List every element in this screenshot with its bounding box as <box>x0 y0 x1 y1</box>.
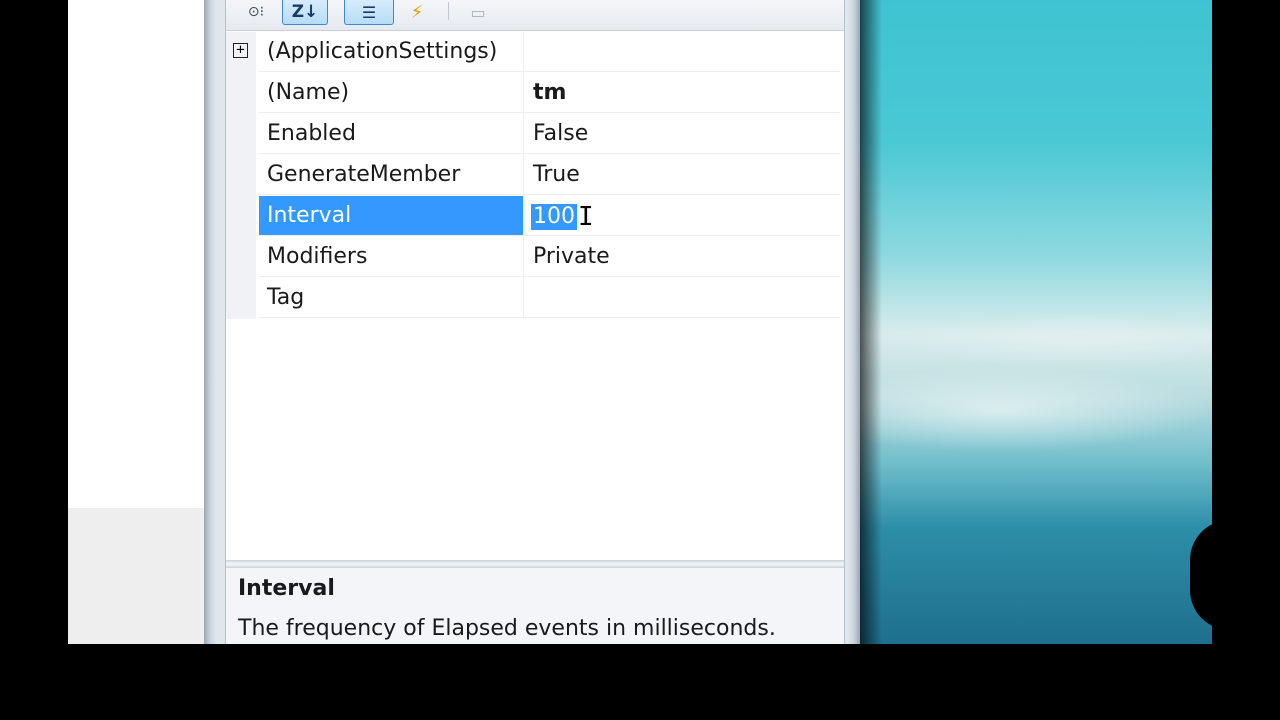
expand-plus-icon[interactable]: + <box>233 43 248 58</box>
designer-tray <box>68 508 204 644</box>
description-pane: Interval The frequency of Elapsed events… <box>226 568 844 644</box>
property-row-tag[interactable]: Tag <box>226 278 840 319</box>
row-gutter <box>226 237 256 278</box>
property-pages-button[interactable]: ▭ <box>460 0 496 24</box>
property-row-generate-member[interactable]: GenerateMember True <box>226 155 840 196</box>
property-name[interactable]: Interval <box>259 196 523 236</box>
property-name[interactable]: Enabled <box>259 114 523 154</box>
property-value[interactable]: tm <box>524 73 840 113</box>
text-cursor-icon: I <box>578 202 594 232</box>
property-name[interactable]: Modifiers <box>259 237 523 277</box>
row-gutter <box>226 73 256 114</box>
toolbar-separator <box>448 2 449 20</box>
description-splitter[interactable] <box>226 560 844 568</box>
row-gutter: + <box>226 32 256 73</box>
property-row-interval[interactable]: Interval 100 I <box>226 196 840 237</box>
property-name[interactable]: (Name) <box>259 73 523 113</box>
window-shadow <box>860 0 882 644</box>
designer-surface <box>68 0 204 644</box>
property-row-name[interactable]: (Name) tm <box>226 73 840 114</box>
events-icon: ⚡ <box>410 1 424 23</box>
property-value-editor[interactable]: 100 I <box>524 196 840 236</box>
properties-button[interactable]: ☰ <box>344 0 394 25</box>
alphabetical-icon: Z↓ <box>291 2 319 22</box>
categorized-button[interactable]: ⊙⁝ <box>236 0 276 24</box>
alphabetical-button[interactable]: Z↓ <box>282 0 328 25</box>
wallpaper-shape <box>1190 520 1250 630</box>
property-name[interactable]: Tag <box>259 278 523 318</box>
property-row-application-settings[interactable]: + (ApplicationSettings) <box>226 32 840 73</box>
property-value[interactable] <box>524 32 840 72</box>
events-button[interactable]: ⚡ <box>402 0 432 24</box>
categorized-icon: ⊙⁝ <box>247 4 265 20</box>
property-name[interactable]: GenerateMember <box>259 155 523 195</box>
property-name[interactable]: (ApplicationSettings) <box>259 32 523 72</box>
property-value[interactable]: Private <box>524 237 840 277</box>
row-gutter <box>226 278 256 319</box>
interval-value[interactable]: 100 <box>531 204 577 230</box>
property-value[interactable]: True <box>524 155 840 195</box>
description-text: The frequency of Elapsed events in milli… <box>238 616 776 641</box>
properties-panel: ⊙⁝ Z↓ ☰ ⚡ ▭ + (ApplicationSettings) (Nam… <box>225 0 845 644</box>
property-value[interactable]: False <box>524 114 840 154</box>
property-row-modifiers[interactable]: Modifiers Private <box>226 237 840 278</box>
row-gutter <box>226 114 256 155</box>
row-gutter <box>226 196 256 237</box>
interval-input[interactable]: 100 I <box>528 202 836 232</box>
properties-icon: ☰ <box>361 2 377 22</box>
properties-toolbar: ⊙⁝ Z↓ ☰ ⚡ ▭ <box>226 0 844 31</box>
property-pages-icon: ▭ <box>470 2 486 22</box>
property-value[interactable] <box>524 278 840 318</box>
row-gutter <box>226 155 256 196</box>
property-grid: + (ApplicationSettings) (Name) tm Enable… <box>226 32 840 319</box>
property-row-enabled[interactable]: Enabled False <box>226 114 840 155</box>
desktop-wallpaper <box>860 0 1250 644</box>
description-title: Interval <box>238 576 335 601</box>
